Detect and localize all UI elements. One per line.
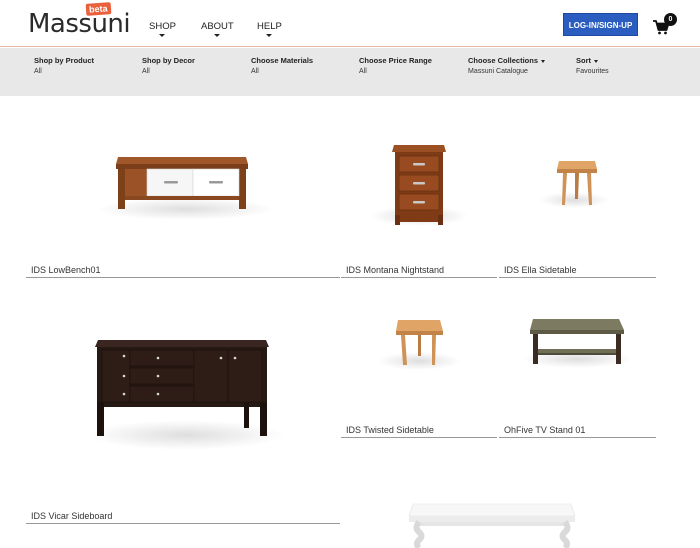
cart-count-badge: 0 bbox=[664, 13, 677, 26]
nav-help[interactable]: HELP bbox=[257, 21, 282, 37]
filter-shop-by-decor[interactable]: Shop by Decor All bbox=[142, 56, 195, 75]
filter-choose-materials[interactable]: Choose Materials All bbox=[251, 56, 313, 75]
product-card[interactable]: IDS Twisted Sidetable bbox=[341, 290, 497, 438]
top-navigation-bar: Massuni beta SHOP ABOUT HELP LOG-IN/SIGN… bbox=[0, 0, 700, 47]
filter-label: Sort bbox=[576, 56, 591, 65]
filter-shop-by-product[interactable]: Shop by Product All bbox=[34, 56, 94, 75]
filter-label: Shop by Product bbox=[34, 56, 94, 65]
product-card[interactable]: IDS Montana Nightstand bbox=[341, 110, 497, 278]
product-image-ohfive-tv-stand bbox=[530, 319, 624, 364]
product-name: OhFive TV Stand 01 bbox=[504, 425, 586, 435]
divider bbox=[341, 277, 497, 278]
nav-shop-label: SHOP bbox=[149, 21, 176, 32]
product-name: IDS Ella Sidetable bbox=[504, 265, 577, 275]
divider bbox=[26, 277, 340, 278]
product-image-ella-sidetable bbox=[557, 161, 597, 205]
filter-sort[interactable]: Sort Favourites bbox=[576, 56, 609, 75]
product-card[interactable]: OhFive TV Stand 01 bbox=[499, 290, 656, 438]
divider bbox=[341, 437, 497, 438]
chevron-down-icon bbox=[594, 59, 598, 63]
beta-badge: beta bbox=[85, 2, 111, 16]
product-card[interactable]: IDS Ella Sidetable bbox=[499, 110, 656, 278]
product-image-montana-nightstand bbox=[392, 145, 446, 225]
product-card[interactable] bbox=[341, 490, 656, 548]
filter-value: Favourites bbox=[576, 68, 609, 75]
product-image-vicar-sideboard bbox=[95, 340, 269, 436]
nav-shop[interactable]: SHOP bbox=[149, 21, 176, 37]
product-card[interactable]: IDS Vicar Sideboard bbox=[26, 290, 340, 524]
chevron-down-icon bbox=[159, 34, 166, 37]
filter-label: Choose Price Range bbox=[359, 56, 432, 65]
product-image-white-table bbox=[408, 503, 576, 548]
product-name: IDS Twisted Sidetable bbox=[346, 425, 434, 435]
nav-help-label: HELP bbox=[257, 21, 282, 32]
filter-choose-price-range[interactable]: Choose Price Range All bbox=[359, 56, 432, 75]
divider bbox=[26, 523, 340, 524]
product-image-twisted-sidetable bbox=[396, 320, 443, 365]
chevron-down-icon bbox=[541, 59, 546, 63]
filter-bar: Shop by Product All Shop by Decor All Ch… bbox=[0, 48, 700, 96]
filter-label: Choose Materials bbox=[251, 56, 314, 65]
product-image-lowbench bbox=[116, 157, 248, 209]
massuni-logo[interactable]: Massuni bbox=[28, 9, 131, 39]
product-name: IDS Montana Nightstand bbox=[346, 265, 445, 275]
product-name: IDS Vicar Sideboard bbox=[31, 511, 113, 521]
nav-about-label: ABOUT bbox=[201, 21, 234, 32]
filter-value: All bbox=[142, 68, 150, 75]
filter-value: All bbox=[251, 68, 259, 75]
product-card[interactable]: IDS LowBench01 bbox=[26, 110, 340, 278]
filter-value: Massuni Catalogue bbox=[468, 68, 528, 75]
filter-value: All bbox=[34, 68, 42, 75]
product-name: IDS LowBench01 bbox=[31, 265, 101, 275]
filter-label: Choose Collections bbox=[468, 56, 539, 65]
filter-value: All bbox=[359, 68, 367, 75]
login-signup-button[interactable]: LOG-IN/SIGN-UP bbox=[563, 13, 638, 36]
divider bbox=[499, 277, 656, 278]
nav-about[interactable]: ABOUT bbox=[201, 21, 234, 37]
chevron-down-icon bbox=[214, 34, 221, 37]
filter-label: Shop by Decor bbox=[142, 56, 195, 65]
chevron-down-icon bbox=[266, 34, 273, 37]
divider bbox=[499, 437, 656, 438]
filter-choose-collections[interactable]: Choose Collections Massuni Catalogue bbox=[468, 56, 546, 75]
